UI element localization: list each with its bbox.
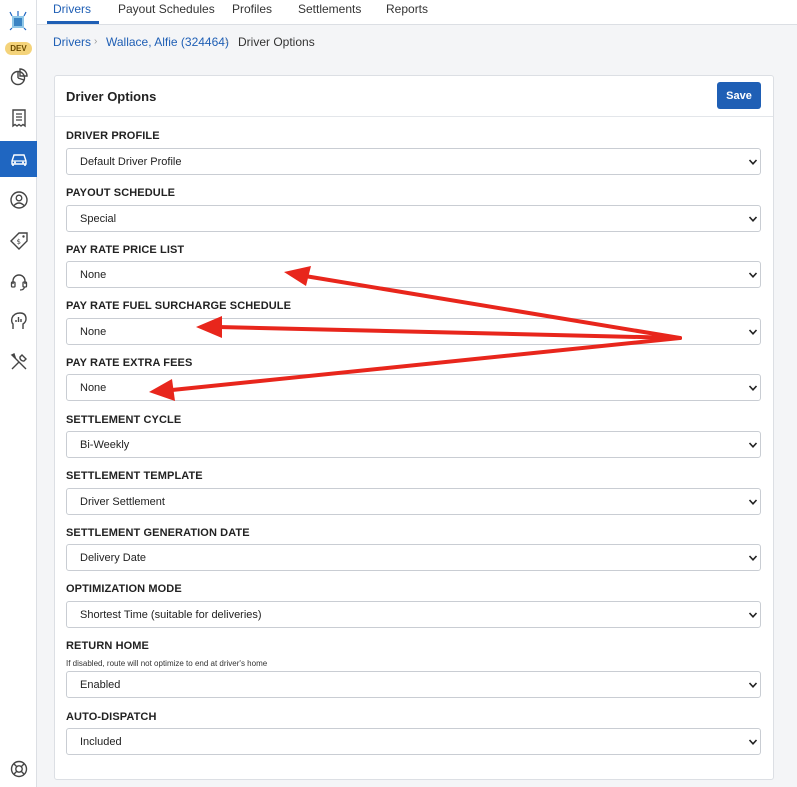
select-value: Special <box>80 213 117 225</box>
tab-bar: Drivers Payout Schedules Profiles Settle… <box>37 0 797 25</box>
breadcrumb-drivers-link[interactable]: Drivers <box>53 35 91 49</box>
chevron-down-icon <box>748 612 758 618</box>
select-value: None <box>80 326 107 338</box>
field-label-settlement-cycle: SETTLEMENT CYCLE <box>66 414 182 426</box>
lifebuoy-icon[interactable] <box>0 751 37 787</box>
sidebar: DEV $ <box>0 0 37 787</box>
select-value: Default Driver Profile <box>80 156 182 168</box>
logo-icon[interactable] <box>8 10 28 32</box>
field-label-optimization-mode: OPTIMIZATION MODE <box>66 583 182 595</box>
breadcrumb-separator-icon: › <box>94 36 98 47</box>
field-label-pay-rate-price-list: PAY RATE PRICE LIST <box>66 244 185 256</box>
active-tab-indicator <box>47 21 99 24</box>
field-label-pay-rate-extra-fees: PAY RATE EXTRA FEES <box>66 357 193 369</box>
select-value: Delivery Date <box>80 552 147 564</box>
optimization-mode-select[interactable]: Shortest Time (suitable for deliveries) <box>66 601 761 628</box>
tab-profiles[interactable]: Profiles <box>232 2 272 16</box>
select-value: Driver Settlement <box>80 496 165 508</box>
save-button[interactable]: Save <box>717 82 761 109</box>
price-tag-icon[interactable]: $ <box>0 223 37 259</box>
receipt-icon[interactable] <box>0 100 37 136</box>
return-home-help-text: If disabled, route will not optimize to … <box>66 659 268 668</box>
return-home-select[interactable]: Enabled <box>66 671 761 698</box>
select-value: None <box>80 269 107 281</box>
driver-profile-select[interactable]: Default Driver Profile <box>66 148 761 175</box>
card-title: Driver Options <box>66 89 157 104</box>
field-label-return-home: RETURN HOME <box>66 640 149 652</box>
tab-drivers[interactable]: Drivers <box>53 2 91 16</box>
chevron-down-icon <box>748 216 758 222</box>
breadcrumb-separator-icon: › <box>225 36 229 47</box>
breadcrumb-driver-link[interactable]: Wallace, Alfie (324464) <box>106 35 229 49</box>
select-value: Enabled <box>80 679 121 691</box>
svg-text:$: $ <box>16 238 20 246</box>
pay-rate-price-list-select[interactable]: None <box>66 261 761 288</box>
car-icon[interactable] <box>0 141 37 177</box>
settlement-cycle-select[interactable]: Bi-Weekly <box>66 431 761 458</box>
pay-rate-fuel-surcharge-select[interactable]: None <box>66 318 761 345</box>
payout-schedule-select[interactable]: Special <box>66 205 761 232</box>
select-value: Included <box>80 736 122 748</box>
field-label-pay-rate-fuel-surcharge: PAY RATE FUEL SURCHARGE SCHEDULE <box>66 300 292 312</box>
chevron-down-icon <box>748 739 758 745</box>
chevron-down-icon <box>748 442 758 448</box>
analytics-icon[interactable] <box>0 59 37 95</box>
chevron-down-icon <box>748 272 758 278</box>
field-label-driver-profile: DRIVER PROFILE <box>66 130 160 142</box>
chevron-down-icon <box>748 499 758 505</box>
field-label-settlement-template: SETTLEMENT TEMPLATE <box>66 470 203 482</box>
chevron-down-icon <box>748 385 758 391</box>
chevron-down-icon <box>748 555 758 561</box>
headset-icon[interactable] <box>0 264 37 300</box>
pay-rate-extra-fees-select[interactable]: None <box>66 374 761 401</box>
tab-settlements[interactable]: Settlements <box>298 2 361 16</box>
tab-reports[interactable]: Reports <box>386 2 428 16</box>
chevron-down-icon <box>748 159 758 165</box>
profile-chart-icon[interactable] <box>0 303 37 339</box>
tab-payout-schedules[interactable]: Payout Schedules <box>118 2 215 16</box>
select-value: None <box>80 382 107 394</box>
card-header: Driver Options Save <box>55 76 773 117</box>
select-value: Shortest Time (suitable for deliveries) <box>80 609 262 621</box>
user-icon[interactable] <box>0 182 37 218</box>
chevron-down-icon <box>748 682 758 688</box>
driver-options-card: Driver Options Save DRIVER PROFILE Defau… <box>54 75 774 780</box>
select-value: Bi-Weekly <box>80 439 130 451</box>
tools-icon[interactable] <box>0 344 37 380</box>
settlement-generation-date-select[interactable]: Delivery Date <box>66 544 761 571</box>
field-label-auto-dispatch: AUTO-DISPATCH <box>66 711 157 723</box>
env-badge: DEV <box>5 42 32 55</box>
breadcrumb-current: Driver Options <box>238 35 315 49</box>
settlement-template-select[interactable]: Driver Settlement <box>66 488 761 515</box>
field-label-settlement-generation-date: SETTLEMENT GENERATION DATE <box>66 527 250 539</box>
field-label-payout-schedule: PAYOUT SCHEDULE <box>66 187 176 199</box>
chevron-down-icon <box>748 329 758 335</box>
auto-dispatch-select[interactable]: Included <box>66 728 761 755</box>
